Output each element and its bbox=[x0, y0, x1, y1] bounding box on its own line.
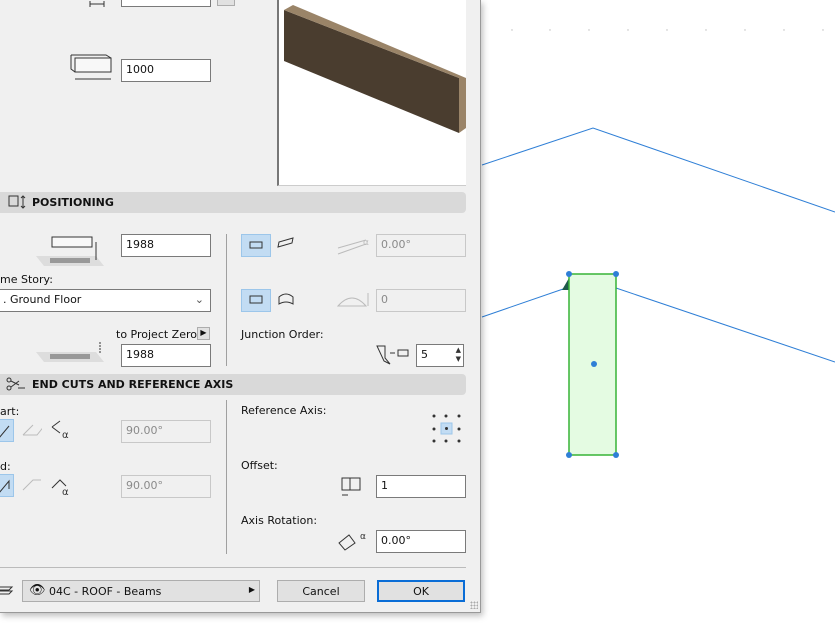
axis-rotation-label: Axis Rotation: bbox=[241, 514, 318, 527]
start-cut-square-toggle[interactable] bbox=[0, 419, 14, 442]
width-field[interactable] bbox=[121, 0, 211, 7]
start-label: art: bbox=[0, 405, 20, 418]
start-angle-field: 90.00° bbox=[121, 420, 211, 443]
home-story-value: . Ground Floor bbox=[3, 293, 82, 306]
ok-button[interactable]: OK bbox=[377, 580, 465, 602]
roof-line-lower-left bbox=[481, 287, 567, 318]
slant-angle-field: 0.00° bbox=[376, 234, 466, 257]
project-zero-icon bbox=[36, 342, 104, 362]
offset-icon bbox=[36, 236, 104, 266]
eye-icon: 👁 bbox=[29, 583, 46, 598]
curved-beam-icon bbox=[278, 293, 294, 305]
grid-dots bbox=[511, 29, 824, 31]
beam-preview-image bbox=[284, 5, 466, 133]
svg-text:α: α bbox=[360, 532, 366, 542]
curve-height-field: 0 bbox=[376, 289, 466, 312]
svg-text:α: α bbox=[363, 238, 369, 248]
link-button[interactable] bbox=[217, 0, 235, 6]
slanted-beam-toggle[interactable] bbox=[273, 234, 303, 257]
project-zero-field[interactable]: 1988 bbox=[121, 344, 211, 367]
footer-divider bbox=[0, 567, 466, 568]
axis-offset-field[interactable]: 1 bbox=[376, 475, 466, 498]
length-field[interactable]: 1000 bbox=[121, 59, 211, 82]
end-cuts-header[interactable]: END CUTS AND REFERENCE AXIS bbox=[0, 374, 466, 395]
end-cuts-title: END CUTS AND REFERENCE AXIS bbox=[32, 378, 234, 391]
roof-line-upper bbox=[481, 127, 835, 213]
square-cut-icon bbox=[0, 479, 10, 493]
beam-marker bbox=[562, 278, 569, 290]
junction-order-value: 5 bbox=[421, 348, 428, 361]
preview-3d[interactable] bbox=[277, 0, 466, 186]
junction-order-label: Junction Order: bbox=[241, 328, 324, 341]
end-label: d: bbox=[0, 460, 11, 473]
project-zero-arrow-button[interactable]: ▶ bbox=[197, 327, 210, 340]
end-cut-custom-icon bbox=[22, 479, 41, 491]
length-icon bbox=[70, 54, 112, 80]
junction-order-icon bbox=[376, 345, 409, 365]
slant-angle-icon: α bbox=[337, 238, 369, 255]
start-cut-custom-icon bbox=[22, 424, 42, 436]
divider bbox=[226, 400, 227, 554]
chevron-down-icon: ⌄ bbox=[194, 293, 204, 306]
end-angle-field: 90.00° bbox=[121, 475, 211, 498]
layer-value: 04C - ROOF - Beams bbox=[49, 585, 162, 598]
project-zero-label: to Project Zero bbox=[116, 328, 197, 341]
scissors-icon bbox=[6, 377, 25, 391]
offset-field[interactable]: 1988 bbox=[121, 234, 211, 257]
reference-axis-label: Reference Axis: bbox=[241, 404, 327, 417]
positioning-icon bbox=[8, 195, 26, 209]
curve-height-icon bbox=[336, 293, 369, 307]
stepper-arrows-icon[interactable]: ▲ ▼ bbox=[456, 346, 461, 364]
straight-beam-icon bbox=[249, 295, 263, 304]
roof-line-lower-right bbox=[615, 287, 835, 363]
reference-axis-selector[interactable] bbox=[429, 412, 465, 446]
chevron-right-icon: ▶ bbox=[248, 585, 255, 594]
divider bbox=[226, 234, 227, 366]
slanted-beam-icon bbox=[277, 237, 294, 248]
resize-grip[interactable] bbox=[470, 601, 478, 609]
layer-select[interactable]: 👁 04C - ROOF - Beams ▶ bbox=[22, 580, 260, 602]
svg-text:α: α bbox=[62, 430, 69, 441]
width-icon bbox=[89, 1, 105, 7]
cancel-button[interactable]: Cancel bbox=[277, 580, 365, 602]
axis-rotation-icon: α bbox=[338, 532, 366, 551]
positioning-title: POSITIONING bbox=[32, 196, 114, 209]
horizontal-beam-toggle[interactable] bbox=[241, 234, 271, 257]
svg-text:α: α bbox=[62, 487, 69, 496]
layers-icon bbox=[0, 586, 14, 595]
square-cut-icon bbox=[0, 425, 10, 438]
start-cut-angle-icon: α bbox=[51, 420, 69, 441]
home-story-select[interactable]: . Ground Floor ⌄ bbox=[0, 289, 211, 312]
straight-beam-toggle[interactable] bbox=[241, 289, 271, 312]
junction-order-stepper[interactable]: 5 ▲ ▼ bbox=[416, 344, 464, 367]
beam-settings-dialog: 1000 POSITIONING 1988 me Story: . Ground… bbox=[0, 0, 481, 613]
end-cut-angle-icon: α bbox=[51, 479, 69, 496]
axis-offset-icon bbox=[341, 477, 361, 496]
offset-label: Offset: bbox=[241, 459, 278, 472]
home-story-label: me Story: bbox=[0, 273, 53, 286]
positioning-header[interactable]: POSITIONING bbox=[0, 192, 466, 213]
curved-beam-toggle[interactable] bbox=[273, 289, 303, 312]
horizontal-beam-icon bbox=[249, 241, 263, 249]
axis-rotation-field[interactable]: 0.00° bbox=[376, 530, 466, 553]
end-cut-square-toggle[interactable] bbox=[0, 474, 14, 497]
